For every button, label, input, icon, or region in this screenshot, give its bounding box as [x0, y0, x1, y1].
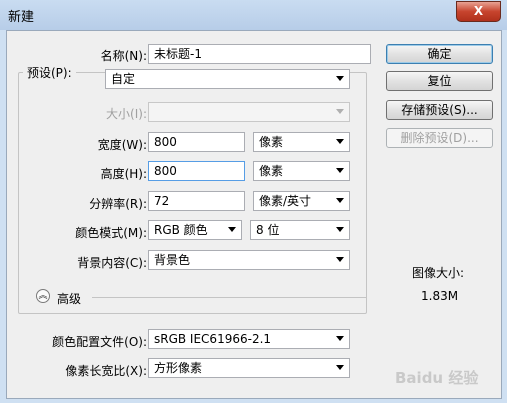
height-field[interactable]: 800 — [148, 161, 245, 181]
resolution-field[interactable]: 72 — [148, 191, 245, 211]
color-mode-label: 颜色模式(M): — [75, 226, 147, 240]
pixel-aspect-label: 像素长宽比(X): — [65, 364, 147, 378]
chevron-down-icon — [336, 139, 344, 144]
pixel-aspect-select[interactable]: 方形像素 — [148, 358, 350, 378]
preset-label: 预设(P): — [23, 64, 76, 81]
pixel-aspect-value: 方形像素 — [154, 361, 203, 375]
preset-value: 自定 — [111, 72, 136, 86]
chevron-down-icon — [336, 76, 344, 81]
resolution-label: 分辨率(R): — [89, 197, 147, 211]
chevron-down-icon — [336, 227, 344, 232]
background-value: 背景色 — [154, 253, 191, 267]
dialog-body: 名称(N): 未标题-1 预设(P): 自定 大小(I): 宽度(W): 800… — [6, 30, 502, 399]
title-bar: 新建 X — [0, 0, 507, 30]
save-preset-button[interactable]: 存储预设(S)... — [386, 100, 493, 120]
bit-depth-value: 8 位 — [256, 223, 280, 237]
size-select — [148, 102, 350, 122]
resolution-unit-value: 像素/英寸 — [259, 194, 312, 208]
height-label: 高度(H): — [100, 167, 147, 181]
chevron-down-icon — [336, 336, 344, 341]
color-profile-label: 颜色配置文件(O): — [52, 335, 147, 349]
background-label: 背景内容(C): — [77, 256, 147, 270]
width-field[interactable]: 800 — [148, 132, 245, 152]
close-icon: X — [473, 4, 484, 18]
advanced-label[interactable]: 高级 — [57, 290, 81, 307]
image-size-value: 1.83M — [421, 289, 459, 303]
name-field[interactable]: 未标题-1 — [148, 44, 371, 64]
width-unit-value: 像素 — [259, 135, 284, 149]
image-size-label: 图像大小: — [412, 266, 465, 280]
double-chevron-up-icon[interactable]: ︽ — [36, 289, 50, 303]
chevron-down-icon — [336, 257, 344, 262]
color-profile-select[interactable]: sRGB IEC61966-2.1 — [148, 329, 350, 349]
width-label: 宽度(W): — [97, 138, 147, 152]
chevron-down-icon — [336, 109, 344, 114]
chevron-down-icon — [228, 227, 236, 232]
size-label: 大小(I): — [106, 107, 147, 121]
chevron-down-icon — [336, 365, 344, 370]
close-button[interactable]: X — [456, 1, 501, 22]
chevron-down-icon — [336, 198, 344, 203]
color-mode-value: RGB 颜色 — [154, 223, 208, 237]
delete-preset-button: 删除预设(D)... — [386, 128, 493, 148]
background-select[interactable]: 背景色 — [148, 250, 350, 270]
height-unit-value: 像素 — [259, 164, 284, 178]
name-label: 名称(N): — [100, 49, 147, 63]
color-mode-select[interactable]: RGB 颜色 — [148, 220, 242, 240]
color-profile-value: sRGB IEC61966-2.1 — [154, 332, 272, 346]
window-title: 新建 — [8, 10, 35, 25]
advanced-divider — [92, 297, 366, 298]
resolution-unit-select[interactable]: 像素/英寸 — [253, 191, 350, 211]
baidu-watermark: Baidu 经验 — [395, 369, 479, 387]
preset-select[interactable]: 自定 — [105, 69, 350, 89]
ok-button[interactable]: 确定 — [386, 44, 493, 64]
width-unit-select[interactable]: 像素 — [253, 132, 350, 152]
reset-button[interactable]: 复位 — [386, 71, 493, 91]
bit-depth-select[interactable]: 8 位 — [250, 220, 350, 240]
chevron-down-icon — [336, 168, 344, 173]
height-unit-select[interactable]: 像素 — [253, 161, 350, 181]
